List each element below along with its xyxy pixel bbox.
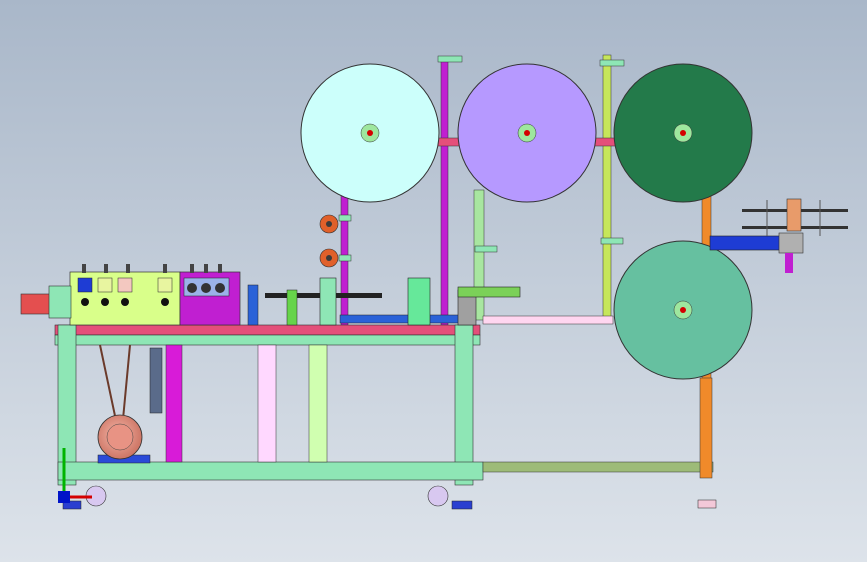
cutter-arm — [457, 286, 521, 298]
table-bottom-rail — [57, 461, 484, 481]
adjust-screw — [126, 264, 130, 273]
table-leg-mid — [454, 324, 474, 486]
tensioner-post — [785, 253, 793, 273]
table-leg-left — [57, 324, 77, 486]
indicator — [97, 277, 113, 293]
pneumatic-cylinder — [149, 347, 163, 414]
roll-post-2a — [440, 59, 449, 326]
cad-assembly-view — [0, 0, 867, 562]
adjust-screw — [163, 264, 167, 273]
roll-shaft — [367, 130, 373, 136]
guide-roller — [326, 255, 332, 261]
drive-gear — [201, 283, 211, 293]
adjust-screw — [82, 264, 86, 273]
indicator — [157, 277, 173, 293]
post-bracket — [599, 59, 625, 67]
nose-wire-station — [247, 284, 259, 326]
inner-post — [308, 344, 328, 463]
tensioner-block — [778, 232, 804, 254]
table-top-rail — [54, 334, 481, 346]
leg-right — [699, 377, 713, 479]
control-knob — [101, 298, 109, 306]
tensioner-spool — [786, 198, 802, 232]
adjust-screw — [218, 264, 222, 273]
post-bracket — [338, 214, 352, 222]
caster-wheel — [427, 485, 449, 507]
feeder-body — [20, 293, 52, 315]
tensioner-arm — [709, 235, 783, 251]
axis-z-icon — [58, 491, 70, 503]
control-knob — [121, 298, 129, 306]
table-top — [54, 324, 481, 336]
indicator — [77, 277, 93, 293]
motor-face — [106, 423, 134, 451]
adjust-screw — [204, 264, 208, 273]
leveling-foot — [697, 499, 717, 509]
sealing-station — [407, 277, 431, 326]
guide-roller — [326, 221, 332, 227]
roll-shaft — [680, 307, 686, 313]
roll-post-3 — [602, 54, 612, 321]
drive-gear — [215, 283, 225, 293]
post-bracket — [338, 254, 352, 262]
upper-rail-ext — [482, 315, 614, 325]
control-section — [69, 264, 241, 326]
inner-post — [165, 344, 183, 463]
feeder-nozzle — [48, 285, 72, 319]
lower-rail-ext — [482, 461, 714, 473]
control-knob — [81, 298, 89, 306]
post-bracket — [600, 237, 624, 245]
conveyor-plate — [339, 314, 461, 324]
control-knob — [161, 298, 169, 306]
adjust-screw — [190, 264, 194, 273]
press-station — [286, 289, 298, 326]
forming-station — [319, 277, 337, 326]
inner-post — [257, 344, 277, 463]
roll-shaft — [524, 130, 530, 136]
post-bracket — [474, 245, 498, 253]
leveling-foot — [451, 500, 473, 510]
drive-gear — [187, 283, 197, 293]
indicator — [117, 277, 133, 293]
adjust-screw — [104, 264, 108, 273]
roll-shaft — [680, 130, 686, 136]
post-bracket — [437, 55, 463, 63]
